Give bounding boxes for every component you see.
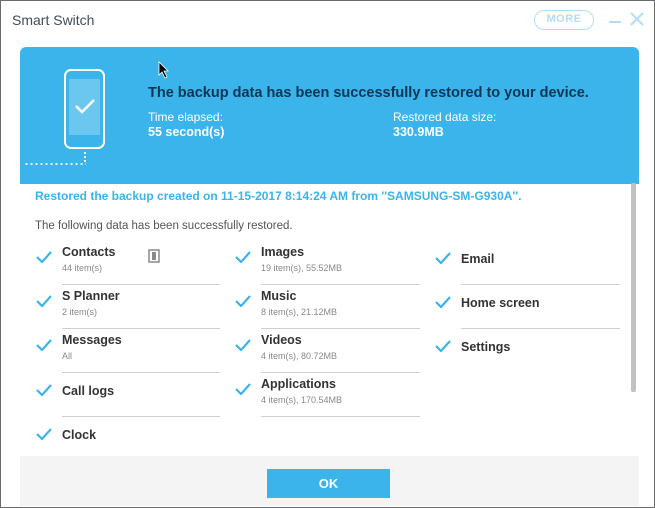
vertical-scrollbar[interactable] xyxy=(628,183,639,456)
restored-size-value: 330.9MB xyxy=(393,125,444,139)
checkmark-icon xyxy=(36,428,52,440)
checkmark-icon xyxy=(235,295,251,307)
minimize-icon[interactable] xyxy=(609,21,621,23)
item-name: Clock xyxy=(62,428,97,442)
item-home-screen: Home screen xyxy=(435,286,621,330)
item-detail: 44 item(s) xyxy=(62,263,103,273)
restored-data-caption: The following data has been successfully… xyxy=(35,220,293,232)
checkmark-icon xyxy=(435,296,451,308)
item-name: Email xyxy=(461,252,495,266)
checkmark-icon xyxy=(435,252,451,264)
device-icon xyxy=(148,249,160,263)
item-name: Videos xyxy=(261,333,302,347)
phone-check-icon xyxy=(75,99,95,114)
result-banner: The backup data has been successfully re… xyxy=(20,47,639,184)
item-music: Music 8 item(s), 21.12MB xyxy=(235,286,421,330)
ok-button[interactable]: OK xyxy=(267,469,390,498)
dotted-line xyxy=(24,163,86,165)
item-name: Contacts xyxy=(62,245,116,259)
item-s-planner: S Planner 2 item(s) xyxy=(36,286,220,330)
success-headline: The backup data has been successfully re… xyxy=(148,85,589,101)
item-detail: 4 item(s), 80.72MB xyxy=(261,351,338,361)
time-elapsed-value: 55 second(s) xyxy=(148,125,225,139)
item-name: Home screen xyxy=(461,296,540,310)
checkmark-icon xyxy=(36,251,52,263)
item-contacts: Contacts 44 item(s) xyxy=(36,242,220,286)
item-videos: Videos 4 item(s), 80.72MB xyxy=(235,330,421,374)
checkmark-icon xyxy=(235,383,251,395)
item-name: Settings xyxy=(461,340,511,354)
restore-result-panel: The backup data has been successfully re… xyxy=(20,47,639,506)
checkmark-icon xyxy=(36,384,52,396)
item-call-logs: Call logs xyxy=(36,374,220,418)
checkmark-icon xyxy=(36,295,52,307)
item-detail: 4 item(s), 170.54MB xyxy=(261,395,343,405)
scrollbar-thumb[interactable] xyxy=(631,183,636,392)
item-name: Messages xyxy=(62,333,122,347)
item-detail: 19 item(s), 55.52MB xyxy=(261,263,343,273)
cursor-icon xyxy=(158,61,169,79)
checkmark-icon xyxy=(36,339,52,351)
checkmark-icon xyxy=(435,340,451,352)
time-elapsed-label: Time elapsed: xyxy=(148,110,223,124)
title-bar: Smart Switch MORE xyxy=(1,1,654,41)
item-name: Images xyxy=(261,245,305,259)
item-settings: Settings xyxy=(435,330,621,374)
item-detail: All xyxy=(62,351,73,361)
item-messages: Messages All xyxy=(36,330,220,374)
checkmark-icon xyxy=(235,339,251,351)
smart-switch-window: Smart Switch MORE The backup data has be… xyxy=(0,0,655,508)
item-name: Call logs xyxy=(62,384,115,398)
item-name: Applications xyxy=(261,377,337,391)
item-applications: Applications 4 item(s), 170.54MB xyxy=(235,374,421,418)
restored-backup-info: Restored the backup created on 11-15-201… xyxy=(35,189,522,203)
app-title: Smart Switch xyxy=(12,12,95,28)
dialog-footer: OK xyxy=(20,456,639,506)
close-icon[interactable] xyxy=(629,11,645,27)
checkmark-icon xyxy=(235,251,251,263)
item-detail: 8 item(s), 21.12MB xyxy=(261,307,338,317)
item-email: Email xyxy=(435,242,621,286)
item-name: Music xyxy=(261,289,297,303)
phone-icon xyxy=(64,69,105,149)
item-detail: 2 item(s) xyxy=(62,307,98,317)
item-images: Images 19 item(s), 55.52MB xyxy=(235,242,421,286)
dotted-line xyxy=(84,151,86,163)
restored-size-label: Restored data size: xyxy=(393,110,497,124)
item-name: S Planner xyxy=(62,289,120,303)
more-button[interactable]: MORE xyxy=(534,10,594,30)
